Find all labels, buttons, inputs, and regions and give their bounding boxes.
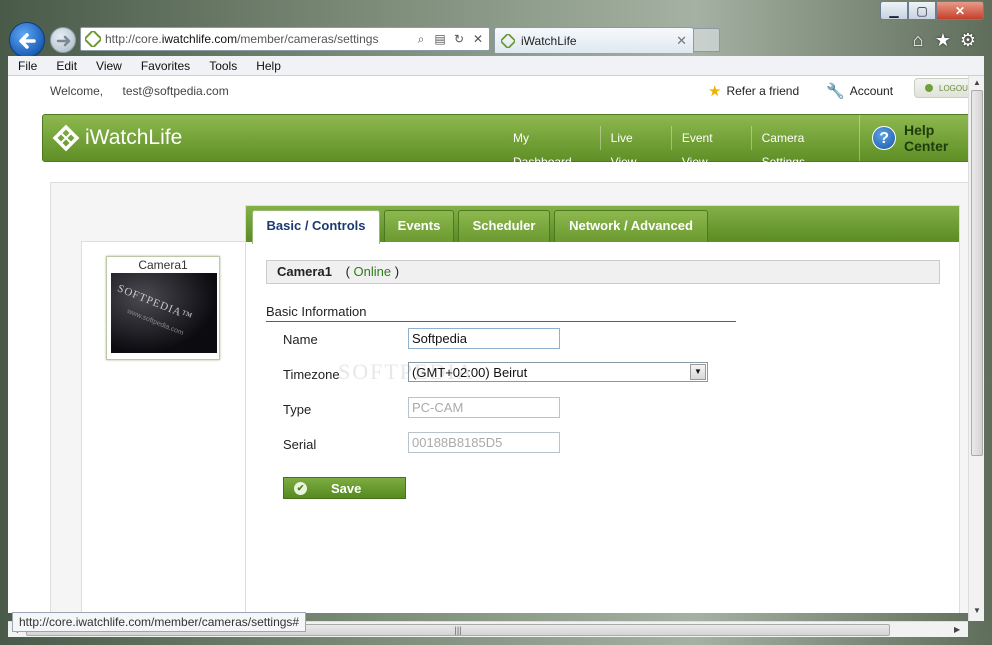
checkmark-icon: ✔ [294,481,307,495]
refer-friend-label: Refer a friend [726,84,800,98]
status-bar-url: http://core.iwatchlife.com/member/camera… [12,612,307,632]
stop-icon[interactable]: ✕ [470,31,486,47]
help-center-label: Help Center [903,122,949,154]
main-nav: My Dashboard Live View Event View Camera… [503,115,968,169]
camera-thumb-label: Camera1 [138,258,188,272]
gear-icon[interactable]: ⚙ [958,30,978,50]
settings-panel: Basic / Controls Events Scheduler Networ… [245,205,960,613]
logout-status-icon [925,84,933,92]
minimize-button[interactable]: ▁ [880,1,908,20]
url-text[interactable]: http://core.iwatchlife.com/member/camera… [105,32,413,46]
camera-online-status: Online [353,264,392,279]
account-label: Account [849,84,894,98]
page-watermark: SOFTPEDIA [338,359,475,384]
tab-events[interactable]: Events [384,210,454,242]
new-tab-button[interactable] [694,28,720,52]
camera-status-bar: Camera1 ( Online ) [266,260,940,284]
serial-input[interactable]: 00188B8185D5 [408,432,560,453]
vertical-scroll-thumb[interactable] [971,90,983,456]
vertical-scrollbar[interactable]: ▲ ▼ [968,76,984,621]
timezone-label: Timezone [283,367,340,382]
settings-tabbar: Basic / Controls Events Scheduler Networ… [246,206,959,244]
camera-name: Camera1 [277,264,332,279]
chevron-down-icon[interactable]: ▼ [690,364,706,380]
address-bar[interactable]: http://core.iwatchlife.com/member/camera… [80,27,490,51]
tab-close-icon[interactable]: ✕ [676,33,687,49]
save-button[interactable]: ✔ Save [283,477,406,499]
compat-view-icon[interactable]: ▤ [432,31,448,47]
wrench-icon: 🔧 [826,83,845,100]
menu-view[interactable]: View [86,59,131,73]
scroll-right-icon[interactable]: ▶ [954,625,960,634]
favorites-star-icon[interactable]: ★ [933,30,953,50]
tab-title: iWatchLife [521,33,577,48]
site-header: iWatchLife My Dashboard Live View Event … [42,114,968,169]
nav-event-view[interactable]: Event View [670,126,751,169]
back-button[interactable] [9,22,45,58]
menu-help[interactable]: Help [246,59,290,73]
save-label: Save [331,480,362,496]
scroll-up-icon[interactable]: ▲ [973,78,981,87]
site-favicon-icon [85,31,101,47]
arrow-right-icon [56,35,71,47]
page-viewport: Welcome, test@softpedia.com ★ Refer a fr… [8,76,968,613]
logout-label: LOGOUT [939,83,968,93]
home-icon[interactable]: ⌂ [908,30,928,50]
user-email: test@softpedia.com [122,84,229,98]
question-icon: ? [872,126,896,150]
menu-edit[interactable]: Edit [46,59,86,73]
content-box: Camera1 SOFTPEDIA™ www.softpedia.com Bas… [50,182,968,613]
scroll-down-icon[interactable]: ▼ [973,606,981,615]
logout-button[interactable]: LOGOUT [914,78,968,98]
logo-mark-icon [52,124,80,152]
paren-close: ) [394,264,400,279]
tab-network-advanced[interactable]: Network / Advanced [554,210,708,242]
type-input[interactable]: PC-CAM [408,397,560,418]
tab-favicon-icon [501,33,515,48]
search-icon[interactable]: ⌕ [413,31,429,47]
account-link[interactable]: 🔧 Account [826,82,893,100]
nav-live-view[interactable]: Live View [599,126,671,169]
nav-my-dashboard[interactable]: My Dashboard [503,126,600,169]
menu-favorites[interactable]: Favorites [131,59,199,73]
refer-friend-link[interactable]: ★ Refer a friend [708,82,799,100]
tab-scheduler[interactable]: Scheduler [458,210,550,242]
logo-text: iWatchLife [85,126,183,149]
nav-help-center[interactable]: ? Help Center [859,115,968,161]
menu-bar: File Edit View Favorites Tools Help [8,56,984,76]
welcome-label: Welcome, [50,84,104,98]
forward-button[interactable] [50,27,76,53]
type-label: Type [283,402,312,417]
browser-titlebar: http://core.iwatchlife.com/member/camera… [0,0,992,58]
serial-label: Serial [283,437,317,452]
refresh-icon[interactable]: ↻ [451,31,467,47]
tab-basic-controls[interactable]: Basic / Controls [252,210,380,244]
name-label: Name [283,332,318,347]
thumb-watermark: SOFTPEDIA™ [115,282,195,324]
nav-camera-settings[interactable]: Camera Settings [750,126,860,169]
section-title: Basic Information [266,304,736,322]
browser-tab[interactable]: iWatchLife ✕ [494,27,694,53]
star-icon: ★ [708,83,722,100]
camera-preview-image: SOFTPEDIA™ www.softpedia.com [111,273,217,353]
name-input[interactable]: Softpedia [408,328,560,349]
maximize-button[interactable]: ▢ [908,1,936,20]
paren-open: ( [345,264,350,279]
menu-tools[interactable]: Tools [199,59,246,73]
camera-list-panel: Camera1 SOFTPEDIA™ www.softpedia.com [81,241,246,613]
menu-file[interactable]: File [8,59,46,73]
close-window-button[interactable]: ✕ [936,1,984,20]
welcome-row: Welcome, test@softpedia.com [50,84,229,98]
camera-thumbnail[interactable]: Camera1 SOFTPEDIA™ www.softpedia.com [106,256,220,360]
site-logo[interactable]: iWatchLife [51,123,182,153]
arrow-left-icon [19,33,36,49]
